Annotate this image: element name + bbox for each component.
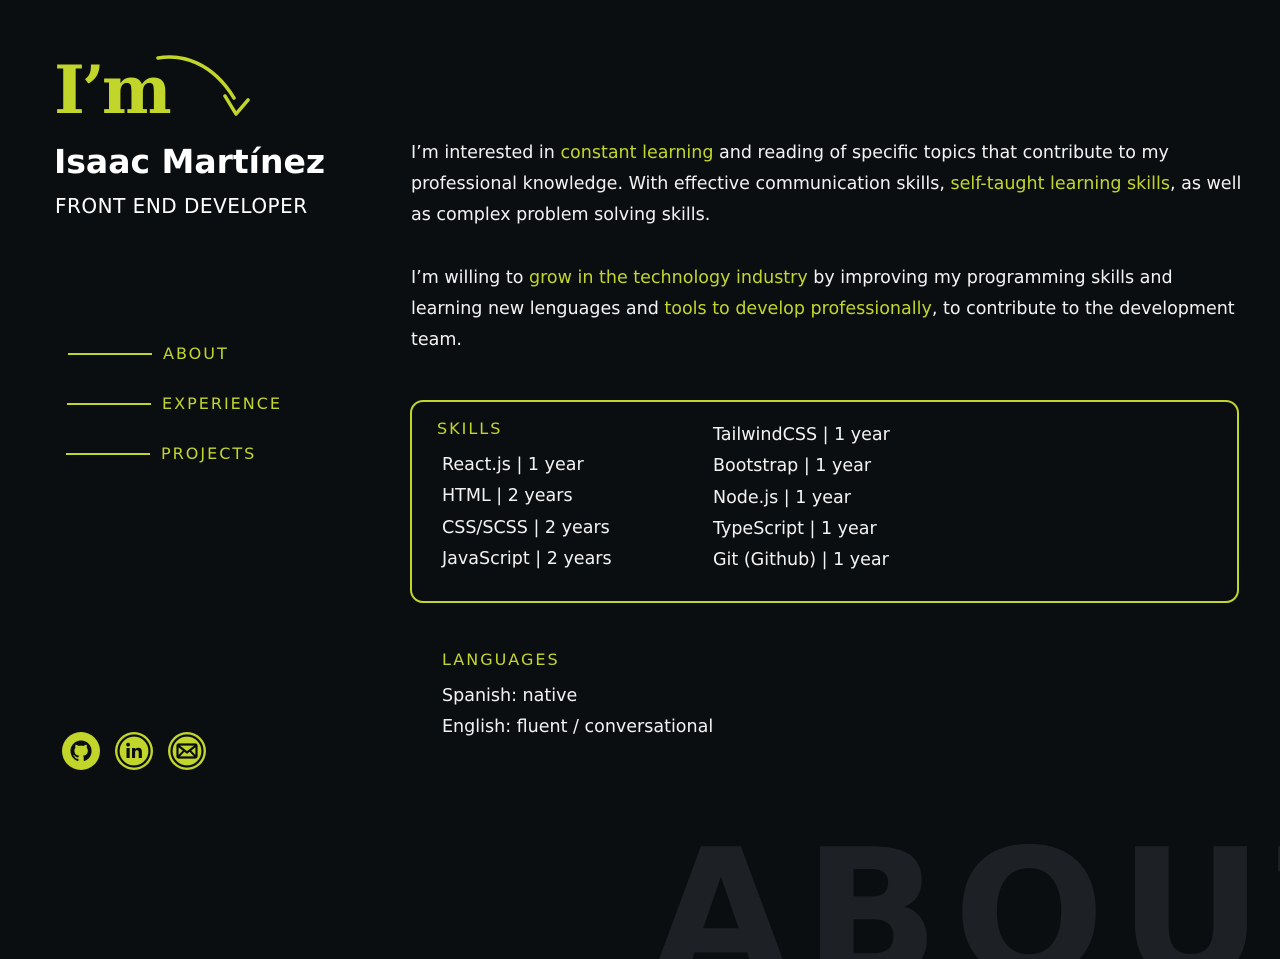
social-links — [62, 732, 206, 770]
developer-role: FRONT END DEVELOPER — [55, 194, 308, 218]
developer-name: Isaac Martínez — [54, 142, 326, 181]
highlight-text: constant learning — [560, 143, 714, 163]
nav-projects[interactable]: PROJECTS — [66, 444, 256, 463]
nav-indicator-line — [66, 452, 150, 455]
skill-item: HTML | 2 years — [442, 486, 573, 507]
skill-item: JavaScript | 2 years — [442, 548, 612, 569]
nav-indicator-line — [67, 402, 151, 405]
languages-title: LANGUAGES — [442, 650, 560, 669]
portfolio-page: I’m Isaac Martínez FRONT END DEVELOPER A… — [0, 0, 1280, 959]
github-icon[interactable] — [62, 732, 100, 770]
skill-item: Git (Github) | 1 year — [713, 550, 889, 571]
highlight-text: tools to develop professionally — [664, 299, 932, 319]
highlight-text: grow in the technology industry — [529, 268, 808, 288]
section-watermark: ABOUT — [652, 811, 1280, 959]
nav-indicator-line — [68, 352, 152, 355]
logo: I’m — [54, 54, 250, 126]
mail-icon[interactable] — [168, 732, 206, 770]
skills-list-left: React.js | 1 year HTML | 2 years CSS/SCS… — [442, 450, 612, 575]
highlight-text: self-taught learning skills — [950, 174, 1170, 194]
nav-about[interactable]: ABOUT — [68, 344, 229, 363]
language-item: Spanish: native — [442, 686, 578, 706]
nav-experience[interactable]: EXPERIENCE — [67, 394, 282, 413]
about-paragraph-1: I’m interested in constant learning and … — [411, 138, 1246, 231]
skills-title: SKILLS — [437, 419, 503, 438]
nav-label: ABOUT — [163, 344, 229, 363]
skills-list-right: TailwindCSS | 1 year Bootstrap | 1 year … — [713, 420, 890, 576]
skill-item: React.js | 1 year — [442, 455, 584, 475]
about-paragraph-2: I’m willing to grow in the technology in… — [411, 263, 1246, 356]
paragraph-text: I’m interested in — [411, 143, 561, 163]
paragraph-text: I’m willing to — [411, 268, 529, 288]
nav-label: EXPERIENCE — [162, 394, 283, 413]
skill-item: Bootstrap | 1 year — [713, 456, 872, 477]
skill-item: Node.js | 1 year — [713, 487, 851, 508]
skill-item: CSS/SCSS | 2 years — [442, 517, 610, 538]
curved-arrow-icon — [156, 55, 250, 116]
language-item: English: fluent / conversational — [442, 717, 714, 737]
linkedin-icon[interactable] — [115, 732, 153, 770]
nav-label: PROJECTS — [161, 444, 257, 463]
skill-item: TypeScript | 1 year — [713, 518, 877, 539]
skill-item: TailwindCSS | 1 year — [713, 425, 890, 445]
languages-list: Spanish: native English: fluent / conver… — [442, 681, 713, 743]
